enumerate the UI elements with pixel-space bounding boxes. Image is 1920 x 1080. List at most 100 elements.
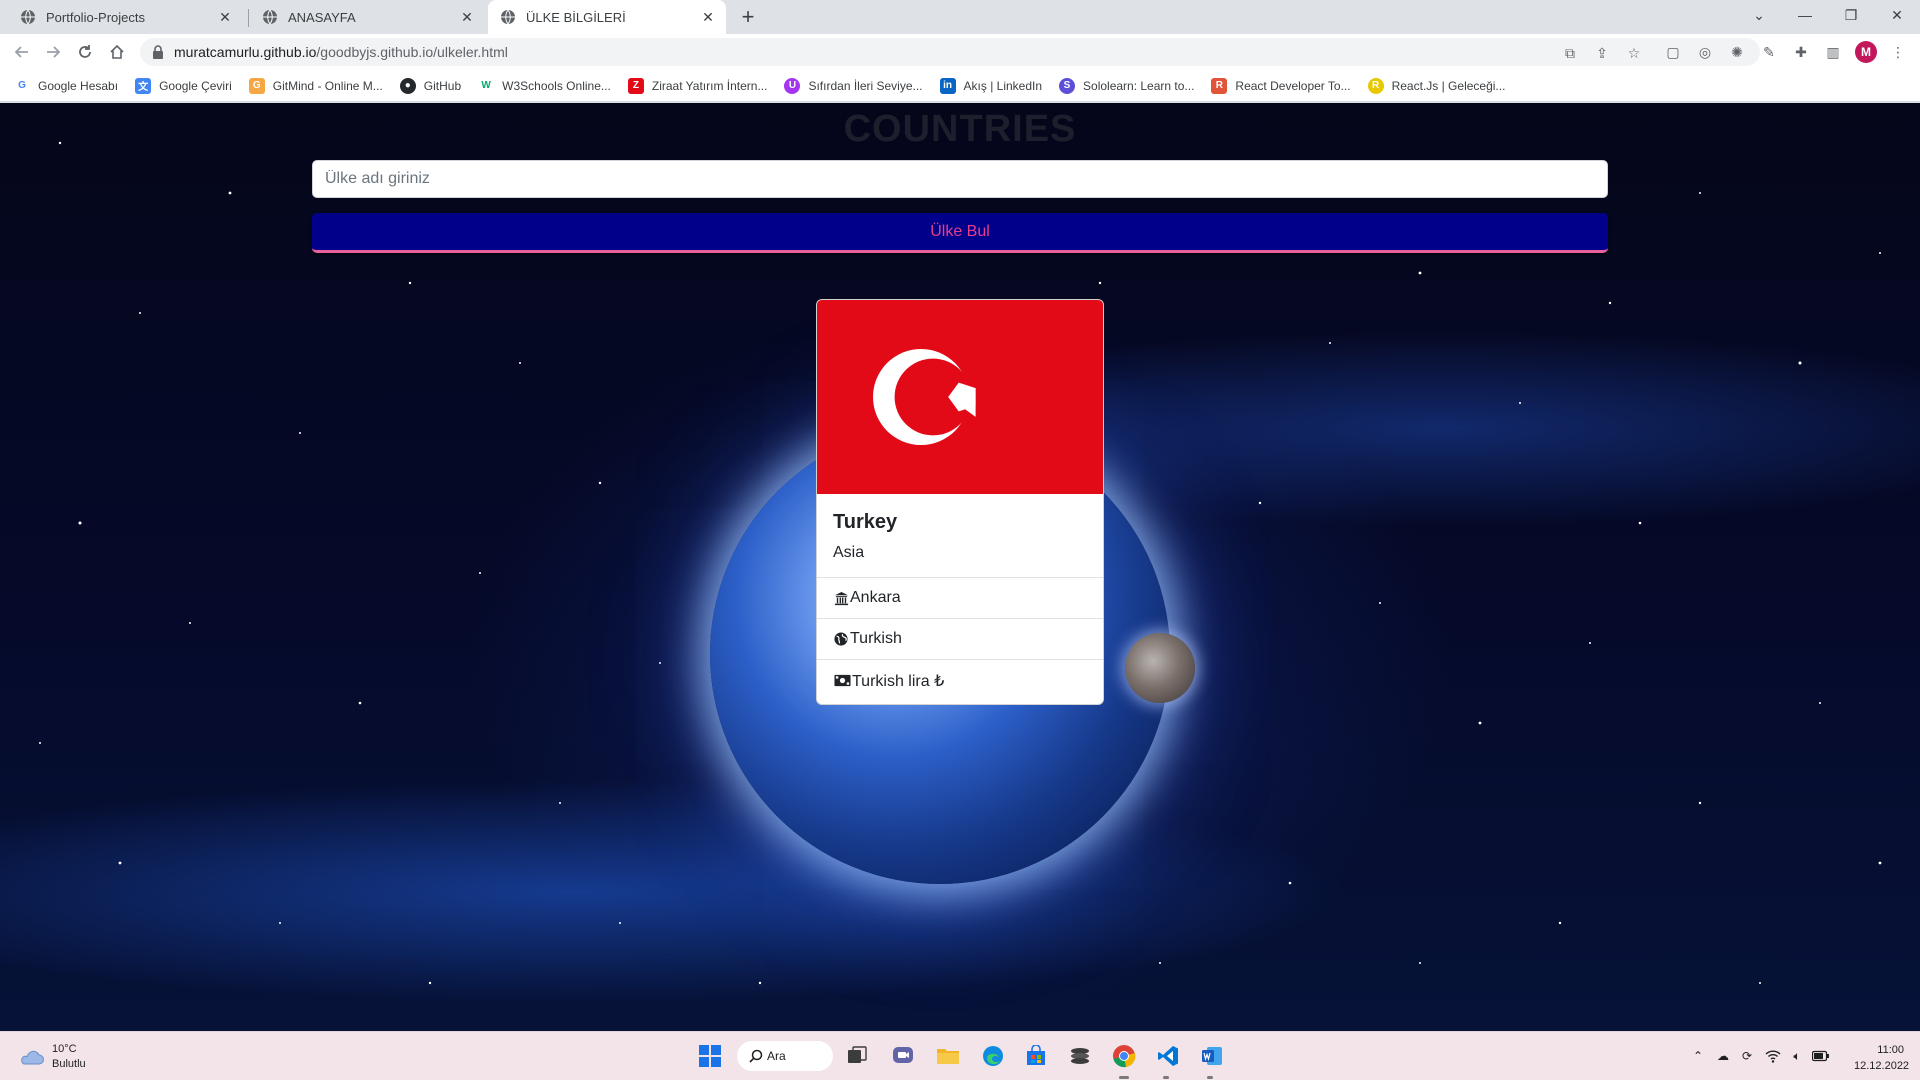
sync-icon[interactable]: ⟳ bbox=[1738, 1047, 1756, 1065]
extensions-puzzle-icon[interactable]: ✚ bbox=[1791, 42, 1811, 62]
taskbar-search-box[interactable]: Ara bbox=[737, 1041, 833, 1071]
menu-kebab-icon[interactable]: ⋮ bbox=[1888, 42, 1908, 62]
capital-row: Ankara bbox=[817, 578, 1103, 619]
close-window-button[interactable]: ✕ bbox=[1874, 0, 1920, 30]
speaker-icon[interactable]: 🔈︎ bbox=[1788, 1047, 1806, 1065]
back-button[interactable] bbox=[10, 40, 34, 64]
windows-start-icon[interactable] bbox=[696, 1042, 724, 1070]
tab-ulke-bilgileri[interactable]: ÜLKE BİLGİLERİ ✕ bbox=[488, 0, 726, 34]
bookmark-react-devtools[interactable]: R React Developer To... bbox=[1211, 77, 1351, 94]
vscode-icon[interactable] bbox=[1154, 1042, 1182, 1070]
task-view-icon[interactable] bbox=[843, 1042, 871, 1070]
w3schools-icon: W bbox=[478, 77, 495, 94]
currency-row: Turkish lira ₺ bbox=[817, 660, 1103, 701]
tab-search-chevron-icon[interactable]: ⌄ bbox=[1736, 0, 1782, 30]
google-icon: G bbox=[14, 77, 30, 94]
gitmind-icon: G bbox=[248, 77, 265, 94]
stacked-disks-app-icon[interactable] bbox=[1066, 1042, 1094, 1070]
search-icon bbox=[749, 1049, 763, 1063]
arrow-left-icon bbox=[14, 46, 28, 58]
profile-avatar[interactable]: M bbox=[1855, 41, 1877, 63]
extension-mic-icon[interactable]: ✎ bbox=[1759, 42, 1779, 62]
udemy-icon: U bbox=[784, 77, 801, 94]
home-button[interactable] bbox=[105, 40, 129, 64]
bookmarks-bar: G Google Hesabı 文 Google Çeviri G GitMind -… bbox=[0, 70, 1920, 102]
forward-button[interactable] bbox=[41, 40, 65, 64]
bookmark-udemy[interactable]: U Sıfırdan İleri Seviye... bbox=[784, 77, 923, 94]
onedrive-cloud-icon[interactable]: ☁ bbox=[1714, 1047, 1732, 1065]
minimize-button[interactable]: — bbox=[1782, 0, 1828, 30]
system-clock[interactable]: 11:00 12.12.2022 bbox=[1854, 1042, 1909, 1074]
bookmark-label: GitHub bbox=[423, 78, 462, 93]
close-icon[interactable]: ✕ bbox=[459, 9, 475, 25]
globe-icon bbox=[21, 9, 35, 25]
chrome-active-indicator bbox=[1119, 1076, 1129, 1079]
tab-portfolio-projects[interactable]: Portfolio-Projects ✕ bbox=[8, 0, 243, 34]
windows-taskbar: 10°C Bulutlu Ara ⌃ ☁ ⟳ 🔈︎ 11:00 12.12.20… bbox=[0, 1031, 1920, 1080]
tab-anasayfa[interactable]: ANASAYFA ✕ bbox=[250, 0, 485, 34]
bookmark-label: W3Schools Online... bbox=[502, 78, 611, 93]
bookmark-google-hesabi[interactable]: G Google Hesabı bbox=[14, 77, 118, 94]
country-search-input[interactable] bbox=[312, 160, 1608, 198]
new-tab-button[interactable]: + bbox=[736, 6, 760, 30]
capital-text: Ankara bbox=[850, 589, 901, 606]
find-country-button[interactable]: Ülke Bul bbox=[312, 213, 1608, 253]
tab-separator bbox=[248, 9, 249, 27]
chevron-up-icon[interactable]: ⌃ bbox=[1689, 1047, 1707, 1065]
share-icon[interactable]: ⇪ bbox=[1593, 44, 1611, 62]
weather-widget[interactable]: 10°C Bulutlu bbox=[18, 1042, 86, 1072]
close-icon[interactable]: ✕ bbox=[217, 9, 233, 25]
bookmark-gitmind[interactable]: G GitMind - Online M... bbox=[248, 77, 383, 94]
linkedin-icon: in bbox=[939, 77, 956, 94]
country-region: Asia bbox=[833, 544, 865, 561]
turkey-flag-icon bbox=[817, 300, 1103, 494]
bookmark-google-ceviri[interactable]: 文 Google Çeviri bbox=[135, 77, 232, 94]
bookmark-label: React.Js | Geleceği... bbox=[1391, 78, 1506, 93]
reload-icon bbox=[79, 45, 91, 58]
word-icon[interactable] bbox=[1198, 1042, 1226, 1070]
reload-button[interactable] bbox=[73, 40, 97, 64]
github-icon: ● bbox=[399, 77, 416, 94]
bookmark-star-icon[interactable]: ☆ bbox=[1625, 44, 1643, 62]
tab-strip: Portfolio-Projects ✕ ANASAYFA ✕ ÜLKE BİL… bbox=[0, 0, 1920, 34]
card-body: Turkey Asia bbox=[817, 494, 1103, 578]
translate-icon: 文 bbox=[135, 77, 152, 94]
translate-icon[interactable]: ⧉ bbox=[1561, 44, 1579, 62]
lock-icon[interactable] bbox=[152, 45, 164, 59]
battery-icon[interactable] bbox=[1812, 1047, 1830, 1065]
tab-title: ÜLKE BİLGİLERİ bbox=[526, 9, 626, 25]
chrome-icon[interactable] bbox=[1110, 1042, 1138, 1070]
country-card: Turkey Asia Ankara Turkish Turkish lira … bbox=[816, 299, 1104, 705]
landmark-icon bbox=[833, 590, 849, 606]
word-running-indicator bbox=[1207, 1076, 1213, 1079]
globe-icon bbox=[501, 9, 515, 25]
bookmark-label: Google Çeviri bbox=[159, 78, 232, 93]
teams-chat-icon[interactable] bbox=[889, 1042, 917, 1070]
edge-browser-icon[interactable] bbox=[979, 1042, 1007, 1070]
weather-description: Bulutlu bbox=[52, 1058, 86, 1070]
reactjs-icon: R bbox=[1367, 77, 1384, 94]
country-name: Turkey bbox=[833, 511, 898, 533]
bookmark-github[interactable]: ● GitHub bbox=[399, 77, 462, 94]
globe-language-icon bbox=[833, 631, 849, 647]
address-bar[interactable]: muratcamurlu.github.io/goodbyjs.github.i… bbox=[140, 38, 1760, 66]
extension-blank-icon[interactable]: ▢ bbox=[1663, 42, 1683, 62]
bookmark-w3schools[interactable]: W W3Schools Online... bbox=[478, 77, 611, 94]
bookmark-linkedin[interactable]: in Akış | LinkedIn bbox=[939, 77, 1042, 94]
file-explorer-icon[interactable] bbox=[934, 1042, 962, 1070]
extension-swirl-icon[interactable]: ✺ bbox=[1727, 42, 1747, 62]
bookmark-reactjs[interactable]: R React.Js | Geleceği... bbox=[1367, 77, 1506, 94]
restore-button[interactable]: ❐ bbox=[1828, 0, 1874, 30]
taskbar-search-label: Ara bbox=[767, 1049, 786, 1063]
extension-circle-icon[interactable]: ◎ bbox=[1695, 42, 1715, 62]
bookmark-sololearn[interactable]: S Sololearn: Learn to... bbox=[1059, 77, 1194, 94]
bookmark-ziraat[interactable]: Z Ziraat Yatırım İntern... bbox=[627, 77, 767, 94]
url-text[interactable]: muratcamurlu.github.io/goodbyjs.github.i… bbox=[174, 44, 508, 60]
cloud-icon bbox=[21, 1050, 44, 1065]
wifi-icon[interactable] bbox=[1764, 1047, 1782, 1065]
side-panel-icon[interactable]: ▥ bbox=[1823, 42, 1843, 62]
microsoft-store-icon[interactable] bbox=[1022, 1042, 1050, 1070]
home-icon bbox=[110, 44, 124, 59]
arrow-right-icon bbox=[47, 46, 61, 58]
close-icon[interactable]: ✕ bbox=[700, 9, 716, 25]
